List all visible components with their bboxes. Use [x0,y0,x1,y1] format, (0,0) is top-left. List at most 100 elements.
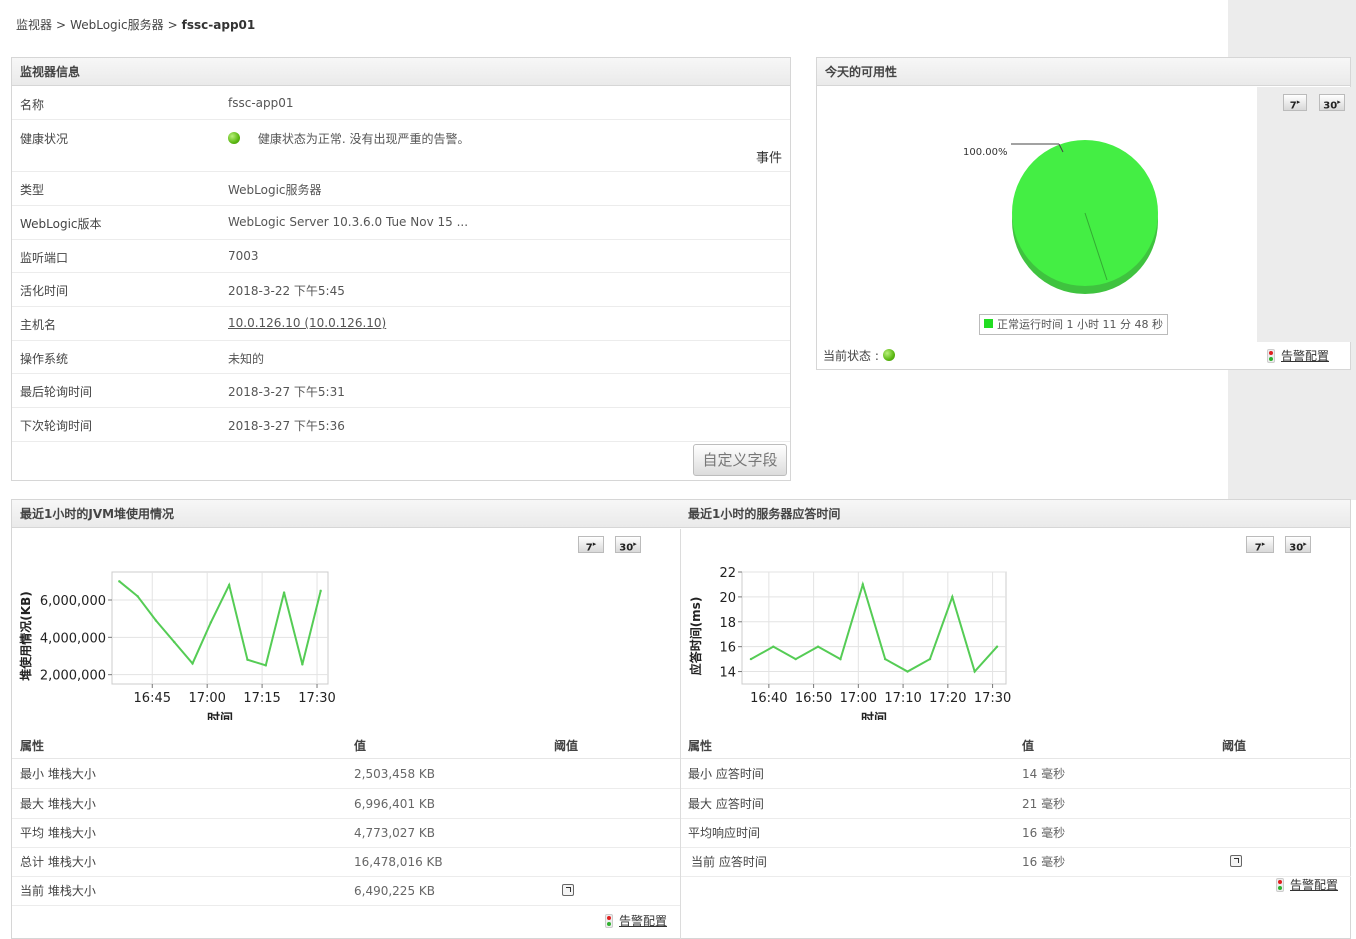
response-period-7-button[interactable]: 7▸ [1246,536,1274,553]
breadcrumb-separator: > [56,18,67,32]
jvm-period-30-button[interactable]: 30▸ [615,536,641,553]
jvm-alarm-config[interactable]: 告警配置 [605,912,667,929]
attr-name: 最大 堆栈大小 [20,797,96,811]
response-attr-header: 属性 [688,739,713,753]
breadcrumb-separator: > [167,18,178,32]
info-value: 7003 [228,249,259,263]
info-label: 操作系统 [20,352,69,366]
response-table-row: 最大 应答时间 21 毫秒 [681,789,1351,819]
x-tick-label: 17:30 [974,691,1011,706]
jvm-table-row: 最小 堆栈大小 2,503,458 KB [12,759,680,789]
monitor-info-title: 监视器信息 [12,58,790,86]
events-link[interactable]: 事件 [756,147,782,166]
period-7-label: 7 [585,542,593,554]
response-table-row: 最小 应答时间 14 毫秒 [681,759,1351,789]
period-7-button[interactable]: 7▸ [1283,94,1307,111]
legend-uptime-text: 正常运行时间 1 小时 11 分 48 秒 [997,318,1163,331]
data-point [973,670,976,673]
period-7-label: 7 [1254,542,1262,554]
availability-gutter [1257,87,1351,342]
info-label: 活化时间 [20,284,69,298]
info-value: WebLogic Server 10.3.6.0 Tue Nov 15 ... [228,215,469,229]
jvm-period-7-button[interactable]: 7▸ [578,536,604,553]
data-point [906,670,909,673]
info-row-hostname: 主机名 10.0.126.10 (10.0.126.10) [12,307,790,341]
data-point [883,657,887,661]
info-value: 2018-3-22 下午5:45 [228,284,345,298]
alarm-config-link[interactable]: 告警配置 [1281,349,1329,363]
attr-value: 16 毫秒 [1022,826,1066,840]
attr-value: 6,996,401 KB [354,797,435,811]
x-tick-label: 16:45 [134,691,171,706]
breadcrumb-weblogic[interactable]: WebLogic服务器 [70,18,164,32]
period-30-label: 30 [619,542,634,554]
period-30-label: 30 [1323,100,1338,112]
availability-pie-chart: 100.00% [963,140,1158,294]
attr-name: 平均 堆栈大小 [20,826,96,840]
y-tick-label: 2,000,000 [40,669,106,684]
data-point [839,657,842,661]
response-alarm-config[interactable]: 告警配置 [1276,876,1338,893]
info-row-activated: 活化时间 2018-3-22 下午5:45 [12,273,790,307]
response-time-chart: 14 16 18 20 22 16:40 16:50 17:00 17:10 17:20 17:30… [688,566,1011,720]
external-link-icon [1230,855,1242,867]
info-label: 下次轮询时间 [20,419,93,433]
plot-area [741,571,1007,685]
jvm-value-header: 值 [354,739,367,753]
data-point [227,583,231,587]
info-row-next-poll: 下次轮询时间 2018-3-27 下午5:36 [12,408,790,442]
custom-fields-button[interactable]: 自定义字段 [693,444,787,476]
alarm-config-link[interactable]: 告警配置 [619,914,667,928]
pie-percent-label: 100.00% [963,147,1008,158]
data-point [191,662,194,665]
hostname-link[interactable]: 10.0.126.10 (10.0.126.10) [228,316,386,330]
attr-value: 21 毫秒 [1022,797,1066,811]
info-value: 2018-3-27 下午5:36 [228,419,345,433]
breadcrumb-current: fssc-app01 [181,18,256,32]
info-label: 最后轮询时间 [20,385,93,399]
period-30-button[interactable]: 30▸ [1319,94,1345,111]
data-point [816,645,820,648]
data-point [264,664,267,667]
x-axis-label: 时间 [861,711,887,720]
health-ok-icon [228,132,240,144]
data-point [173,640,176,644]
jvm-table-row: 总计 堆栈大小 16,478,016 KB [12,847,680,877]
arrow-icon: ▸ [1261,540,1266,548]
data-point [154,619,158,622]
info-label: 健康状况 [20,132,69,146]
y-axis-label: 堆使用情况(KB) [18,591,33,680]
attr-value: 6,490,225 KB [354,884,435,898]
availability-alarm-config[interactable]: 告警配置 [1267,347,1329,364]
jvm-attr-header: 属性 [20,739,45,753]
health-value: 健康状态为正常. 没有出现严重的告警。 [228,130,469,147]
response-value-header: 值 [1022,739,1035,753]
availability-title: 今天的可用性 [817,58,1350,86]
attr-value: 16,478,016 KB [354,855,443,869]
jvm-table-row: 平均 堆栈大小 4,773,027 KB [12,818,680,848]
breadcrumb-monitors[interactable]: 监视器 [16,18,52,32]
x-tick-label: 17:15 [243,691,280,706]
info-label: 类型 [20,183,45,197]
response-table-row: 平均响应时间 16 毫秒 [681,818,1351,848]
attr-value: 16 毫秒 [1022,855,1066,869]
jvm-heap-chart: 2,000,000 4,000,000 6,000,000 16:45 17:00 17:… [18,571,336,720]
jvm-table-row: 最大 堆栈大小 6,996,401 KB [12,789,680,819]
x-tick-label: 16:40 [750,691,787,706]
y-tick-label: 4,000,000 [40,631,106,646]
data-point [209,621,213,624]
attr-name: 平均响应时间 [688,826,761,840]
jvm-threshold-header: 阈值 [554,739,579,753]
jvm-title: 最近1小时的JVM堆使用情况 [12,500,680,528]
x-tick-label: 17:10 [884,691,921,706]
info-row-health: 健康状况 健康状态为正常. 没有出现严重的告警。 事件 [12,120,790,172]
jvm-table-row: 当前 堆栈大小 6,490,225 KB [12,876,680,906]
arrow-icon: ▸ [1303,540,1307,548]
alarm-config-link[interactable]: 告警配置 [1290,878,1338,892]
response-period-30-button[interactable]: 30▸ [1285,536,1311,553]
panel-divider [680,529,681,939]
info-label: 主机名 [20,318,57,332]
x-tick-label: 17:30 [298,691,335,706]
y-tick-label: 22 [719,566,736,581]
traffic-light-icon [605,914,613,928]
